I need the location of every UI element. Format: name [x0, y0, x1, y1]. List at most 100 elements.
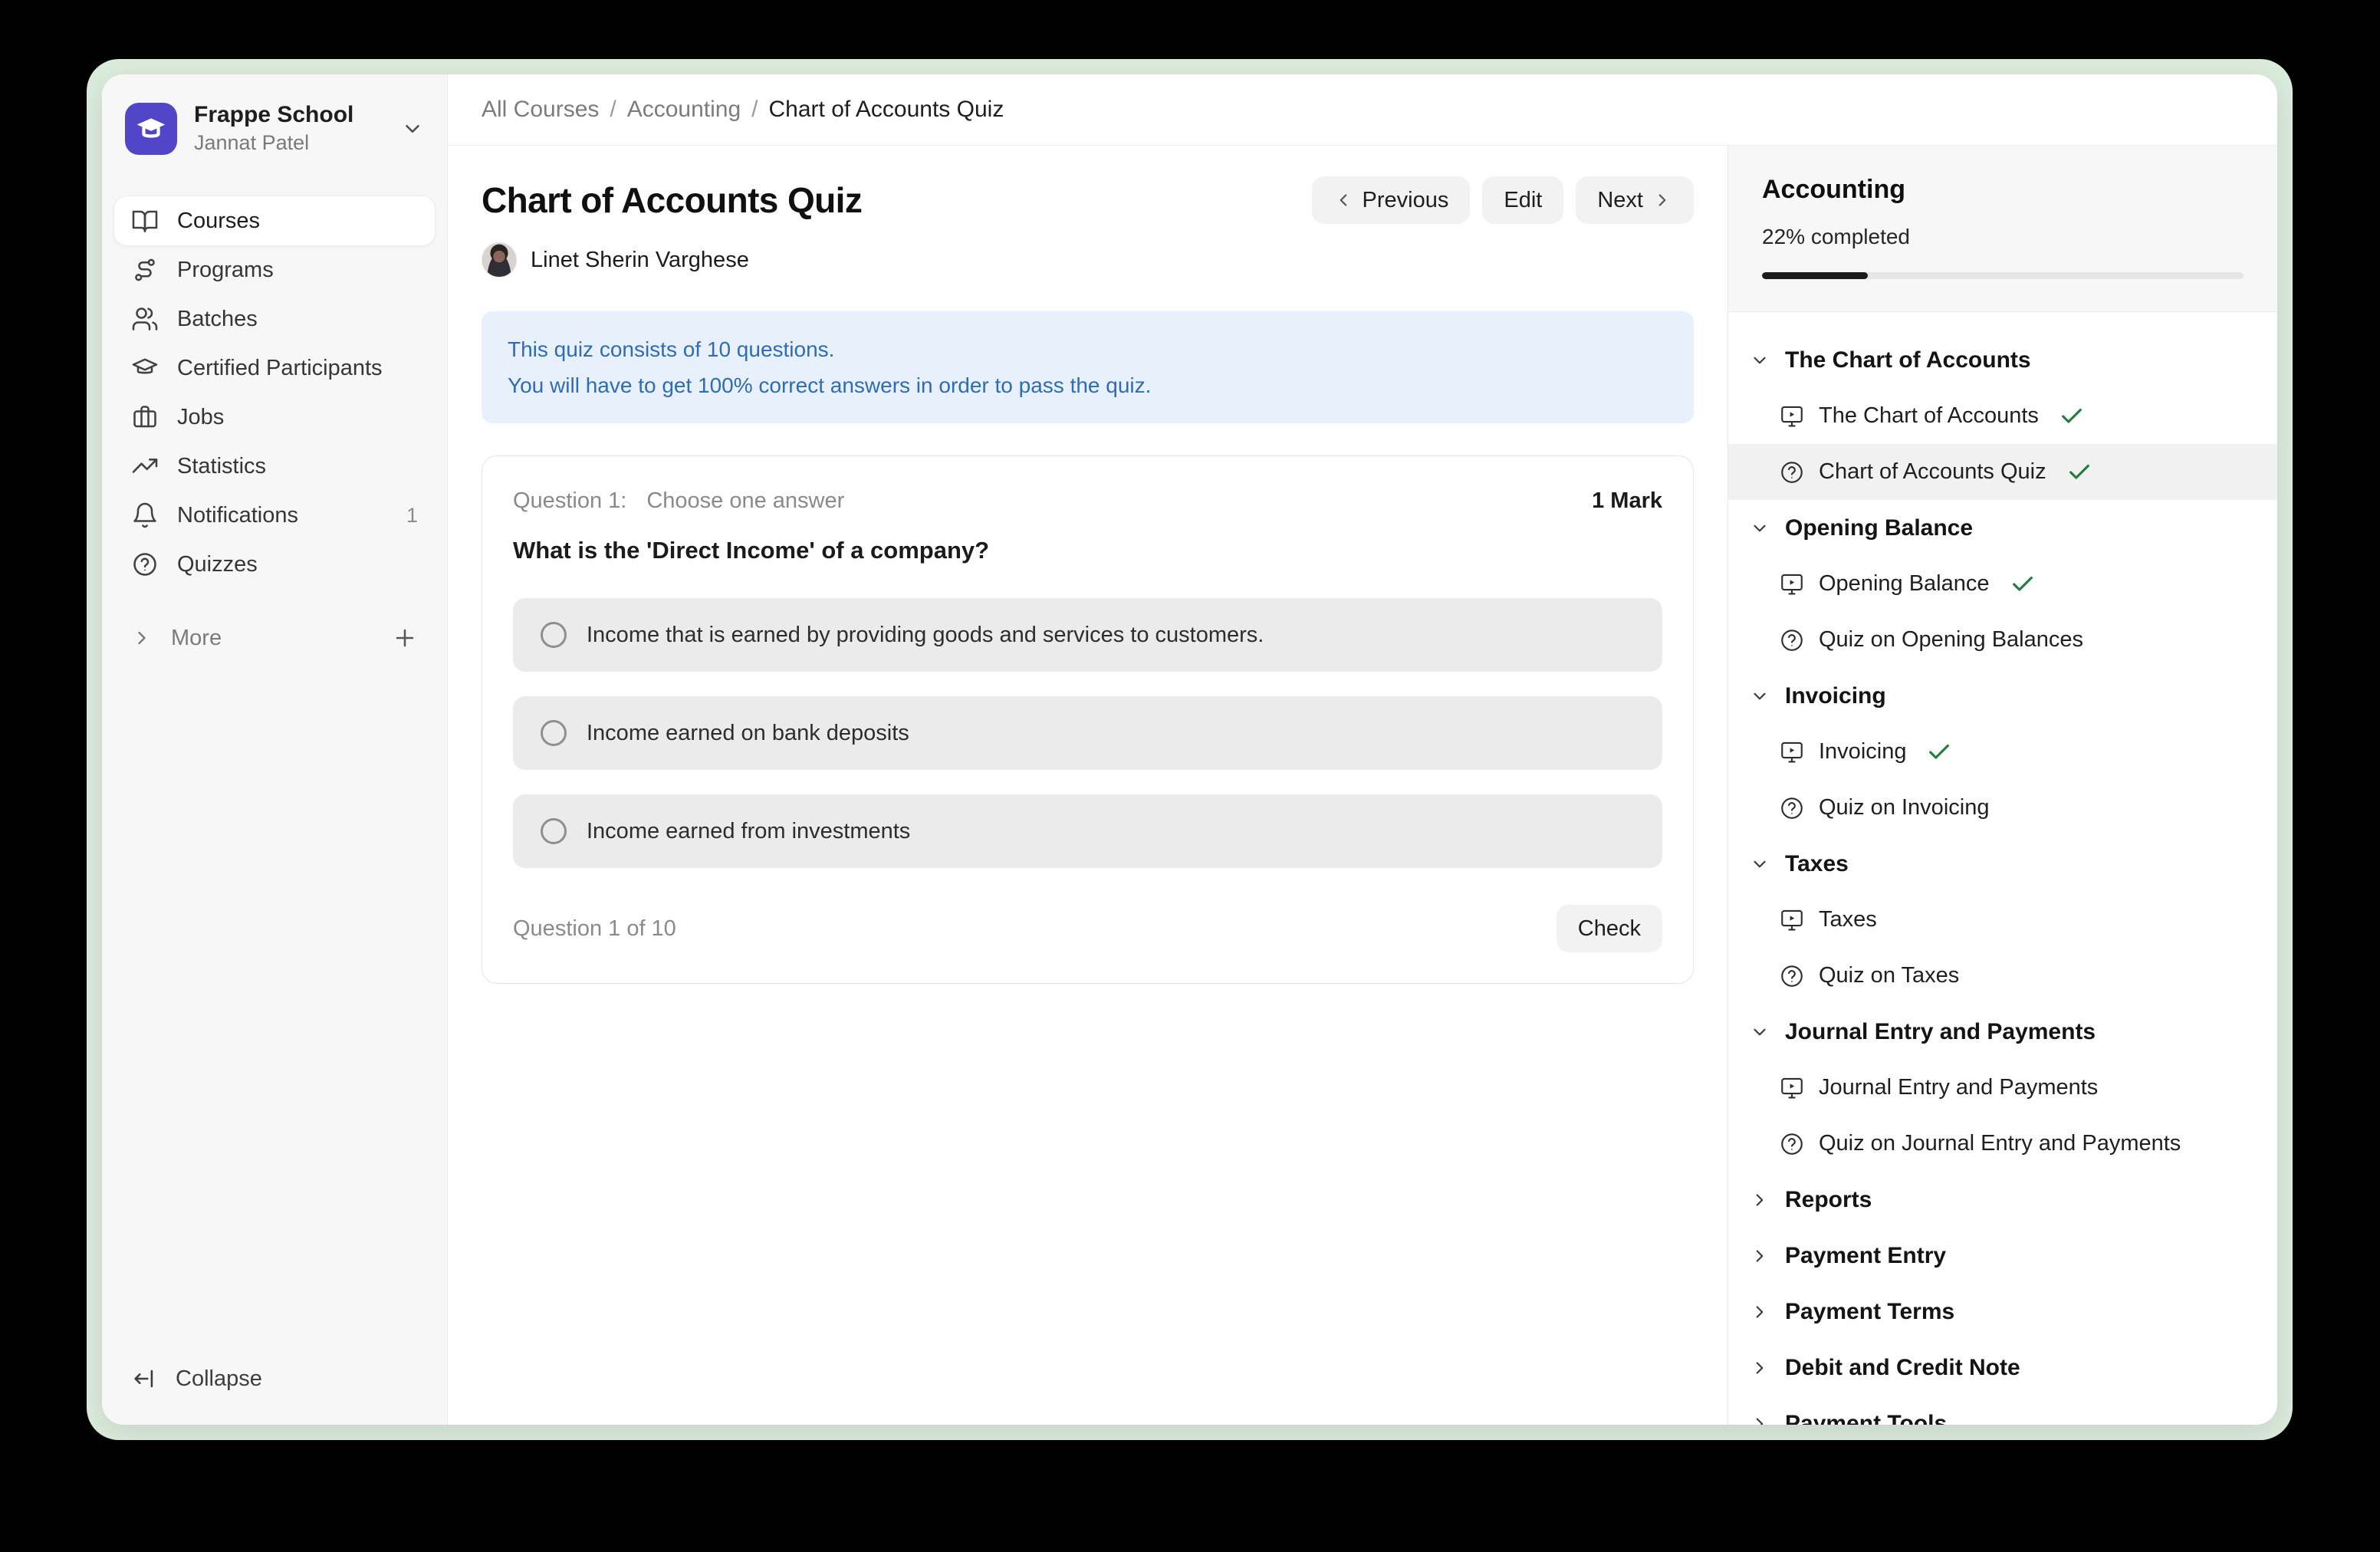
outline-item-label: Taxes	[1819, 907, 1877, 932]
collapse-icon	[131, 1366, 157, 1392]
outline-item-opening-balance[interactable]: Opening Balance	[1728, 556, 2277, 612]
outline-section-taxes[interactable]: Taxes	[1728, 836, 2277, 892]
outline-section-payment-tools[interactable]: Payment Tools	[1728, 1396, 2277, 1425]
users-icon	[131, 305, 159, 333]
outline-item-journal-entry-and-payments[interactable]: Journal Entry and Payments	[1728, 1060, 2277, 1116]
outline-section-debit-and-credit-note[interactable]: Debit and Credit Note	[1728, 1340, 2277, 1396]
check-button[interactable]: Check	[1557, 905, 1662, 952]
sidebar-item-programs[interactable]: Programs	[114, 245, 435, 294]
outline-section-label: Debit and Credit Note	[1785, 1355, 2020, 1381]
lesson-icon	[1779, 907, 1805, 933]
course-progress-fill	[1762, 272, 1868, 279]
sidebar-item-certified-participants[interactable]: Certified Participants	[114, 344, 435, 393]
outline-section-label: Taxes	[1785, 851, 1849, 877]
outline-section-payment-entry[interactable]: Payment Entry	[1728, 1228, 2277, 1284]
chevron-right-icon	[1750, 1302, 1770, 1322]
next-button[interactable]: Next	[1576, 176, 1694, 224]
quiz-icon	[1779, 459, 1805, 485]
breadcrumb-all-courses[interactable]: All Courses	[482, 97, 599, 123]
question-type-label: Choose one answer	[646, 488, 844, 514]
outline-section-journal-entry-and-payments[interactable]: Journal Entry and Payments	[1728, 1004, 2277, 1060]
workspace-user: Jannat Patel	[194, 131, 353, 155]
sidebar-more[interactable]: More	[114, 613, 435, 663]
breadcrumb-accounting[interactable]: Accounting	[627, 97, 741, 123]
answer-option-label: Income that is earned by providing goods…	[587, 623, 1264, 648]
quiz-icon	[1779, 963, 1805, 989]
chevron-right-icon	[1750, 1358, 1770, 1378]
outline-item-quiz-on-taxes[interactable]: Quiz on Taxes	[1728, 948, 2277, 1004]
breadcrumb: All Courses / Accounting / Chart of Acco…	[448, 74, 2277, 146]
radio-button[interactable]	[541, 720, 567, 746]
chevron-right-icon	[1750, 1246, 1770, 1266]
outline-section-label: Payment Terms	[1785, 1299, 1954, 1325]
sidebar-item-label: Notifications	[177, 503, 298, 528]
outline-item-label: Invoicing	[1819, 739, 1906, 764]
chevron-right-icon	[1750, 1190, 1770, 1210]
plus-icon[interactable]	[392, 625, 418, 651]
outline-section-invoicing[interactable]: Invoicing	[1728, 668, 2277, 724]
outline-item-label: Opening Balance	[1819, 571, 1990, 597]
app-window: Frappe School Jannat Patel Courses Progra…	[102, 74, 2277, 1425]
chevron-down-icon	[1750, 1022, 1770, 1042]
course-outline-panel: Accounting 22% completed The Chart of Ac…	[1727, 146, 2277, 1425]
workflow-icon	[131, 256, 159, 284]
question-text: What is the 'Direct Income' of a company…	[513, 537, 1662, 564]
sidebar-item-quizzes[interactable]: Quizzes	[114, 540, 435, 589]
outline-section-opening-balance[interactable]: Opening Balance	[1728, 500, 2277, 556]
sidebar-item-batches[interactable]: Batches	[114, 294, 435, 344]
desktop-frame: Frappe School Jannat Patel Courses Progra…	[87, 59, 2293, 1440]
sidebar-item-notifications[interactable]: Notifications1	[114, 491, 435, 540]
author-row: Linet Sherin Varghese	[482, 242, 1694, 278]
outline-item-taxes[interactable]: Taxes	[1728, 892, 2277, 948]
collapse-sidebar-button[interactable]: Collapse	[114, 1354, 435, 1403]
course-progress-bar	[1762, 272, 2244, 279]
sidebar-menu: Courses Programs Batches Certified Particip…	[114, 196, 435, 589]
radio-button[interactable]	[541, 622, 567, 648]
sidebar-item-statistics[interactable]: Statistics	[114, 442, 435, 491]
workspace-title: Frappe School	[194, 102, 353, 128]
lesson-icon	[1779, 739, 1805, 765]
outline-section-reports[interactable]: Reports	[1728, 1172, 2277, 1228]
outline-section-payment-terms[interactable]: Payment Terms	[1728, 1284, 2277, 1340]
chevron-down-icon	[1750, 686, 1770, 706]
radio-button[interactable]	[541, 818, 567, 844]
sidebar-item-label: Batches	[177, 307, 258, 332]
outline-item-quiz-on-opening-balances[interactable]: Quiz on Opening Balances	[1728, 612, 2277, 668]
outline-item-label: Quiz on Journal Entry and Payments	[1819, 1131, 2181, 1156]
outline-section-label: Payment Entry	[1785, 1243, 1946, 1269]
answer-option-1[interactable]: Income that is earned by providing goods…	[513, 598, 1662, 672]
sidebar-item-jobs[interactable]: Jobs	[114, 393, 435, 442]
chevron-down-icon	[1750, 350, 1770, 370]
author-name: Linet Sherin Varghese	[531, 248, 749, 273]
answer-option-3[interactable]: Income earned from investments	[513, 794, 1662, 868]
sidebar-item-courses[interactable]: Courses	[114, 196, 435, 245]
outline-item-quiz-on-invoicing[interactable]: Quiz on Invoicing	[1728, 780, 2277, 836]
answer-option-label: Income earned on bank deposits	[587, 721, 909, 746]
outline-section-label: Reports	[1785, 1187, 1872, 1213]
completed-check-icon	[2066, 459, 2092, 485]
lesson-icon	[1779, 571, 1805, 597]
workspace-text: Frappe School Jannat Patel	[194, 102, 353, 155]
breadcrumb-separator: /	[610, 97, 616, 123]
edit-button[interactable]: Edit	[1482, 176, 1563, 224]
outline-item-invoicing[interactable]: Invoicing	[1728, 724, 2277, 780]
quiz-icon	[1779, 627, 1805, 653]
trending-up-icon	[131, 452, 159, 480]
help-circle-icon	[131, 551, 159, 578]
chevron-right-icon	[131, 627, 153, 649]
outline-section-the-chart-of-accounts[interactable]: The Chart of Accounts	[1728, 332, 2277, 388]
outline-item-the-chart-of-accounts[interactable]: The Chart of Accounts	[1728, 388, 2277, 444]
previous-button[interactable]: Previous	[1312, 176, 1471, 224]
sidebar-item-label: Courses	[177, 209, 260, 234]
outline-item-quiz-on-journal-entry-and-payments[interactable]: Quiz on Journal Entry and Payments	[1728, 1116, 2277, 1172]
workspace-switcher[interactable]: Frappe School Jannat Patel	[114, 97, 435, 159]
answer-option-2[interactable]: Income earned on bank deposits	[513, 696, 1662, 770]
outline-item-chart-of-accounts-quiz[interactable]: Chart of Accounts Quiz	[1728, 444, 2277, 500]
question-meta: Question 1: Choose one answer 1 Mark	[513, 488, 1662, 514]
check-label: Check	[1578, 916, 1641, 942]
quiz-notice-line: This quiz consists of 10 questions.	[508, 331, 1668, 367]
outline-section-label: Invoicing	[1785, 683, 1886, 709]
quiz-notice-line: You will have to get 100% correct answer…	[508, 367, 1668, 403]
quiz-card-footer: Question 1 of 10 Check	[513, 905, 1662, 952]
outline-section-label: Opening Balance	[1785, 515, 1973, 541]
